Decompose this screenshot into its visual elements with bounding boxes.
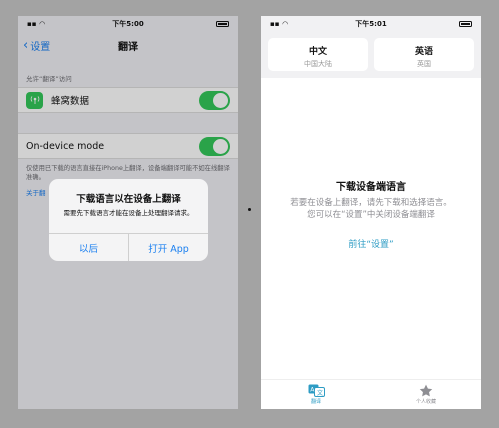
- download-alert: 下载语言以在设备上翻译 需要先下载语言才能在设备上处理翻译请求。 以后 打开 A…: [49, 179, 208, 261]
- tab-bar: A 文 翻译 个人收藏: [261, 379, 481, 409]
- target-language-button[interactable]: 英语 英国: [374, 38, 474, 71]
- empty-title: 下载设备端语言: [336, 182, 406, 193]
- svg-text:文: 文: [317, 389, 323, 397]
- wifi-icon: ◠: [282, 20, 288, 28]
- open-app-button[interactable]: 打开 App: [128, 234, 208, 261]
- status-time: 下午5:01: [355, 20, 387, 28]
- target-region: 英国: [417, 60, 431, 68]
- source-language: 中文: [308, 47, 327, 57]
- source-language-button[interactable]: 中文 中国大陆: [268, 38, 368, 71]
- alert-message: 需要先下载语言才能在设备上处理翻译请求。: [63, 209, 194, 217]
- settings-screen: ▪▪ ◠ 下午5:00 ‹ 设置 翻译 允许“翻译”访问 蜂窝数据 On-dev…: [18, 16, 238, 409]
- tab-label: 个人收藏: [415, 399, 436, 405]
- translate-app-screen: ▪▪ ◠ 下午5:01 中文 中国大陆 英语 英国 下载设备端语言 若要在设备上…: [261, 16, 481, 409]
- source-region: 中国大陆: [304, 60, 332, 68]
- signal-icon: ▪▪: [270, 20, 280, 28]
- alert-buttons: 以后 打开 App: [49, 233, 208, 261]
- tab-translate[interactable]: A 文 翻译: [261, 380, 371, 409]
- battery-icon: [459, 21, 472, 27]
- later-button[interactable]: 以后: [49, 234, 128, 261]
- star-icon: [419, 384, 433, 397]
- separator-dot: [248, 208, 251, 211]
- tab-label: 翻译: [310, 399, 321, 405]
- go-to-settings-link[interactable]: 前往“设置”: [261, 237, 481, 250]
- empty-message-1: 若要在设备上翻译，请先下载和选择语言。: [290, 198, 452, 208]
- empty-state: 下载设备端语言 若要在设备上翻译，请先下载和选择语言。 您可以在“设置”中关闭设…: [261, 178, 481, 250]
- translate-icon: A 文: [308, 384, 325, 397]
- empty-message-2: 您可以在“设置”中关闭设备端翻译: [307, 210, 435, 220]
- tab-favorites[interactable]: 个人收藏: [371, 380, 481, 409]
- alert-title: 下载语言以在设备上翻译: [76, 194, 181, 205]
- language-selector: 中文 中国大陆 英语 英国: [261, 32, 481, 78]
- target-language: 英语: [414, 47, 433, 57]
- status-bar: ▪▪ ◠ 下午5:01: [261, 16, 481, 32]
